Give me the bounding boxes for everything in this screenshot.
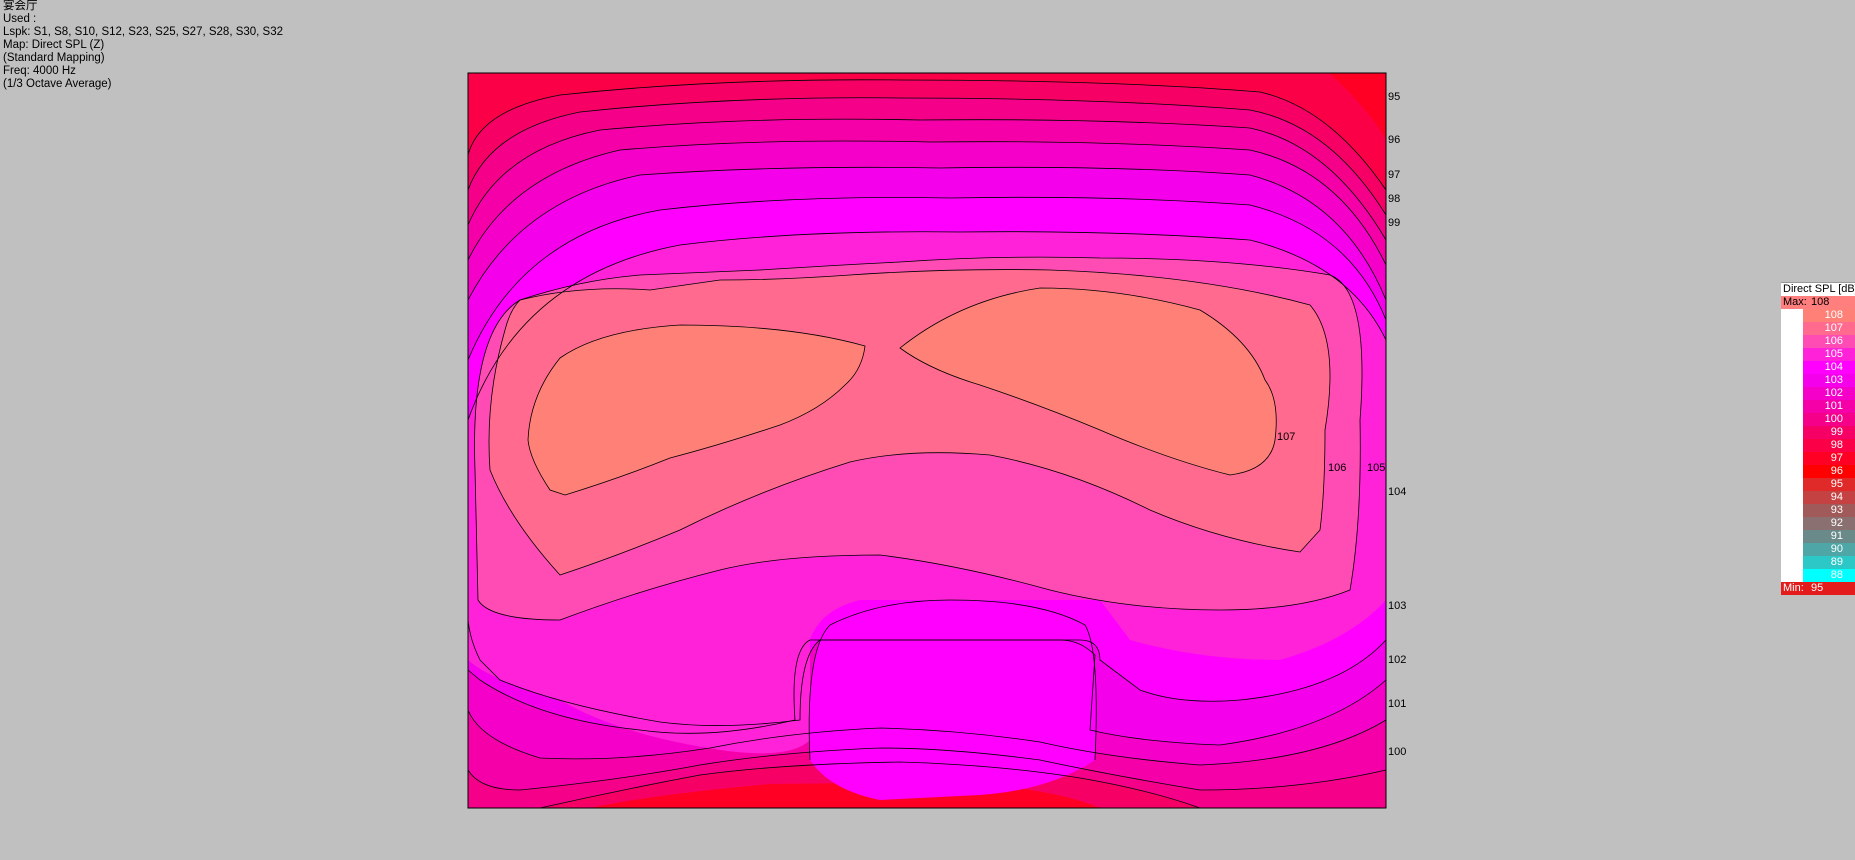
legend-swatch: 97 — [1803, 452, 1855, 465]
legend-spacer — [1781, 426, 1803, 439]
legend-swatch: 104 — [1803, 361, 1855, 374]
legend-swatch: 106 — [1803, 335, 1855, 348]
legend-spacer — [1781, 569, 1803, 582]
legend-spacer — [1781, 413, 1803, 426]
legend-spacer — [1781, 556, 1803, 569]
legend-max: Max: 108 — [1781, 296, 1855, 309]
contour-label: 104 — [1388, 486, 1406, 498]
legend-spacer — [1781, 400, 1803, 413]
legend-row: 97 — [1781, 452, 1855, 465]
legend-row: 98 — [1781, 439, 1855, 452]
legend-row: 88 — [1781, 569, 1855, 582]
legend-swatch: 103 — [1803, 374, 1855, 387]
legend-row: 91 — [1781, 530, 1855, 543]
legend-swatch: 99 — [1803, 426, 1855, 439]
legend-spacer — [1781, 478, 1803, 491]
legend-spacer — [1781, 374, 1803, 387]
legend-swatch: 91 — [1803, 530, 1855, 543]
contour-label: 101 — [1388, 698, 1406, 710]
legend-swatch: 105 — [1803, 348, 1855, 361]
legend-swatch: 95 — [1803, 478, 1855, 491]
legend-spacer — [1781, 361, 1803, 374]
legend-min-label: Min: — [1783, 582, 1804, 594]
contour-label: 102 — [1388, 654, 1406, 666]
legend-swatch: 108 — [1803, 309, 1855, 322]
legend-swatch: 100 — [1803, 413, 1855, 426]
legend-swatch: 96 — [1803, 465, 1855, 478]
legend-spacer — [1781, 322, 1803, 335]
legend-row: 105 — [1781, 348, 1855, 361]
legend-spacer — [1781, 309, 1803, 322]
legend-min: Min: 95 — [1781, 582, 1855, 595]
contour-label: 96 — [1388, 134, 1400, 146]
legend-row: 107 — [1781, 322, 1855, 335]
legend-spacer — [1781, 504, 1803, 517]
legend-spacer — [1781, 348, 1803, 361]
contour-label: 107 — [1277, 431, 1295, 443]
legend-swatch: 101 — [1803, 400, 1855, 413]
legend-row: 102 — [1781, 387, 1855, 400]
contour-label: 100 — [1388, 746, 1406, 758]
legend-swatch: 90 — [1803, 543, 1855, 556]
legend-swatch: 88 — [1803, 569, 1855, 582]
legend-swatch: 107 — [1803, 322, 1855, 335]
legend-min-value: 95 — [1811, 582, 1824, 594]
legend-spacer — [1781, 387, 1803, 400]
contour-label: 105 — [1367, 462, 1385, 474]
contour-label: 95 — [1388, 91, 1400, 103]
legend-row: 101 — [1781, 400, 1855, 413]
legend-spacer — [1781, 335, 1803, 348]
legend-row: 103 — [1781, 374, 1855, 387]
legend-spacer — [1781, 517, 1803, 530]
legend-row: 94 — [1781, 491, 1855, 504]
legend-row: 89 — [1781, 556, 1855, 569]
contour-label: 103 — [1388, 600, 1406, 612]
legend-spacer — [1781, 491, 1803, 504]
legend-swatch: 102 — [1803, 387, 1855, 400]
legend-swatch: 92 — [1803, 517, 1855, 530]
contour-plot-area — [468, 73, 1386, 809]
legend-row: 99 — [1781, 426, 1855, 439]
spl-contour-map: 95 96 97 98 99 104 103 102 101 100 107 1… — [467, 72, 1406, 809]
legend-spacer — [1781, 439, 1803, 452]
contour-label: 106 — [1328, 462, 1346, 474]
legend-row: 95 — [1781, 478, 1855, 491]
legend-row: 90 — [1781, 543, 1855, 556]
color-legend: Direct SPL [dB] Max: 108 108 107 106 105 104… — [1781, 282, 1855, 595]
legend-title: Direct SPL [dB] — [1781, 282, 1855, 296]
contour-label: 98 — [1388, 193, 1400, 205]
legend-spacer — [1781, 543, 1803, 556]
legend-row: 100 — [1781, 413, 1855, 426]
center-plateau-104 — [809, 600, 1097, 800]
legend-spacer — [1781, 530, 1803, 543]
contour-label: 99 — [1388, 217, 1400, 229]
legend-scale: 108 107 106 105 104 103 102 101 100 99 98 97 96 95 94 9… — [1781, 309, 1855, 582]
legend-row: 104 — [1781, 361, 1855, 374]
legend-row: 108 — [1781, 309, 1855, 322]
legend-row: 96 — [1781, 465, 1855, 478]
legend-row: 92 — [1781, 517, 1855, 530]
legend-swatch: 98 — [1803, 439, 1855, 452]
legend-max-value: 108 — [1811, 296, 1830, 308]
legend-swatch: 93 — [1803, 504, 1855, 517]
legend-swatch: 94 — [1803, 491, 1855, 504]
legend-swatch: 89 — [1803, 556, 1855, 569]
legend-spacer — [1781, 465, 1803, 478]
contour-label: 97 — [1388, 169, 1400, 181]
legend-spacer — [1781, 452, 1803, 465]
legend-max-label: Max: — [1783, 296, 1807, 308]
legend-row: 93 — [1781, 504, 1855, 517]
legend-row: 106 — [1781, 335, 1855, 348]
